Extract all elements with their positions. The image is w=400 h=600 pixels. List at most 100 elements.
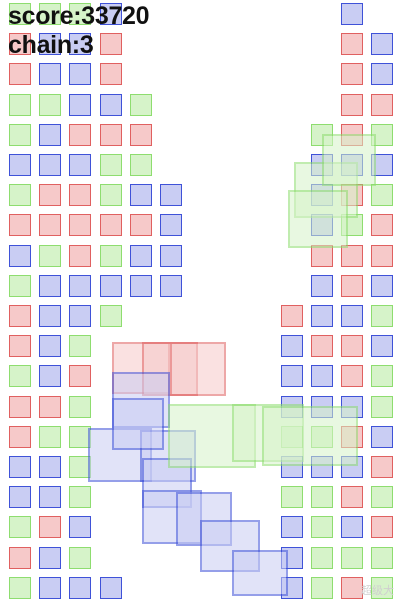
tile-blue[interactable]: [39, 335, 62, 358]
tile-green[interactable]: [371, 184, 394, 207]
tile-blue[interactable]: [69, 305, 92, 327]
tile-green[interactable]: [99, 184, 122, 207]
tile-green[interactable]: [9, 123, 31, 146]
tile-blue[interactable]: [39, 123, 62, 146]
tile-green[interactable]: [311, 516, 333, 539]
tile-red[interactable]: [99, 214, 122, 237]
tile-green[interactable]: [311, 576, 333, 599]
tile-green[interactable]: [371, 305, 394, 327]
tile-green[interactable]: [69, 395, 92, 418]
tile-blue[interactable]: [160, 244, 182, 267]
tile-blue[interactable]: [280, 335, 303, 358]
tile-blue[interactable]: [129, 184, 152, 207]
tile-red[interactable]: [311, 335, 333, 358]
tile-green[interactable]: [371, 365, 394, 388]
tile-green[interactable]: [39, 93, 62, 116]
tile-blue[interactable]: [311, 365, 333, 388]
tile-green[interactable]: [99, 154, 122, 176]
tile-red[interactable]: [69, 244, 92, 267]
game-board[interactable]: [0, 0, 400, 600]
tile-red[interactable]: [341, 274, 364, 297]
tile-red[interactable]: [99, 63, 122, 86]
tile-green[interactable]: [39, 425, 62, 448]
tile-red[interactable]: [69, 184, 92, 207]
tile-green[interactable]: [39, 244, 62, 267]
tile-blue[interactable]: [39, 274, 62, 297]
tile-red[interactable]: [371, 93, 394, 116]
tile-red[interactable]: [280, 305, 303, 327]
tile-green[interactable]: [9, 184, 31, 207]
tile-red[interactable]: [9, 546, 31, 569]
tile-red[interactable]: [9, 214, 31, 237]
tile-red[interactable]: [371, 244, 394, 267]
tile-blue[interactable]: [371, 33, 394, 56]
tile-blue[interactable]: [69, 274, 92, 297]
tile-green[interactable]: [69, 546, 92, 569]
tile-blue[interactable]: [311, 305, 333, 327]
tile-green[interactable]: [129, 93, 152, 116]
tile-blue[interactable]: [99, 576, 122, 599]
tile-green[interactable]: [341, 546, 364, 569]
tile-blue[interactable]: [311, 274, 333, 297]
tile-red[interactable]: [69, 214, 92, 237]
tile-green[interactable]: [9, 93, 31, 116]
tile-green[interactable]: [311, 486, 333, 509]
tile-green[interactable]: [371, 395, 394, 418]
tile-blue[interactable]: [129, 274, 152, 297]
tile-blue[interactable]: [39, 486, 62, 509]
tile-green[interactable]: [129, 154, 152, 176]
tile-red[interactable]: [341, 335, 364, 358]
tile-green[interactable]: [9, 516, 31, 539]
tile-blue[interactable]: [341, 516, 364, 539]
tile-green[interactable]: [371, 546, 394, 569]
tile-blue[interactable]: [69, 516, 92, 539]
tile-blue[interactable]: [160, 274, 182, 297]
tile-blue[interactable]: [99, 274, 122, 297]
tile-blue[interactable]: [39, 63, 62, 86]
tile-blue[interactable]: [280, 516, 303, 539]
tile-blue[interactable]: [39, 365, 62, 388]
tile-blue[interactable]: [160, 184, 182, 207]
tile-red[interactable]: [341, 63, 364, 86]
tile-blue[interactable]: [39, 576, 62, 599]
tile-blue[interactable]: [129, 244, 152, 267]
tile-blue[interactable]: [341, 305, 364, 327]
tile-red[interactable]: [129, 123, 152, 146]
tile-red[interactable]: [9, 63, 31, 86]
tile-blue[interactable]: [371, 425, 394, 448]
tile-red[interactable]: [341, 486, 364, 509]
tile-green[interactable]: [371, 486, 394, 509]
tile-blue[interactable]: [9, 486, 31, 509]
tile-red[interactable]: [341, 33, 364, 56]
tile-red[interactable]: [9, 335, 31, 358]
tile-red[interactable]: [39, 214, 62, 237]
tile-green[interactable]: [99, 244, 122, 267]
tile-green[interactable]: [280, 486, 303, 509]
tile-green[interactable]: [9, 274, 31, 297]
tile-red[interactable]: [39, 184, 62, 207]
tile-red[interactable]: [9, 395, 31, 418]
tile-blue[interactable]: [39, 546, 62, 569]
tile-blue[interactable]: [9, 154, 31, 176]
tile-blue[interactable]: [9, 244, 31, 267]
tile-red[interactable]: [99, 123, 122, 146]
tile-blue[interactable]: [371, 274, 394, 297]
tile-red[interactable]: [9, 425, 31, 448]
tile-red[interactable]: [371, 214, 394, 237]
tile-green[interactable]: [69, 335, 92, 358]
tile-green[interactable]: [69, 486, 92, 509]
tile-blue[interactable]: [371, 335, 394, 358]
tile-blue[interactable]: [280, 365, 303, 388]
tile-blue[interactable]: [69, 576, 92, 599]
tile-blue[interactable]: [160, 214, 182, 237]
tile-blue[interactable]: [69, 154, 92, 176]
tile-blue[interactable]: [39, 456, 62, 478]
tile-red[interactable]: [341, 365, 364, 388]
tile-red[interactable]: [9, 305, 31, 327]
tile-red[interactable]: [371, 516, 394, 539]
tile-blue[interactable]: [69, 63, 92, 86]
tile-blue[interactable]: [39, 154, 62, 176]
tile-red[interactable]: [69, 365, 92, 388]
tile-blue[interactable]: [99, 93, 122, 116]
tile-green[interactable]: [99, 305, 122, 327]
